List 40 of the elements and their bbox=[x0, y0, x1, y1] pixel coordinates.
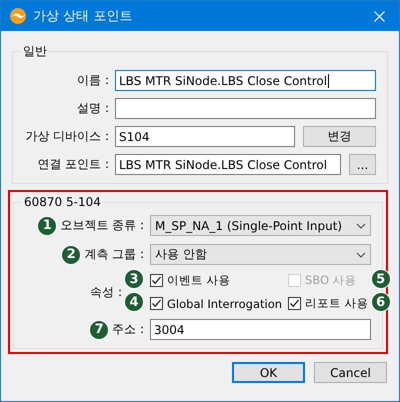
field-label: 연결 포인트 : bbox=[36, 156, 109, 173]
dropdown[interactable]: 사용 안함 bbox=[150, 244, 371, 265]
checkbox-label: SBO 사용 bbox=[305, 273, 357, 288]
checkbox[interactable] bbox=[288, 297, 302, 310]
input-field[interactable] bbox=[115, 98, 376, 119]
checkbox-label: 이벤트 사용 bbox=[167, 273, 231, 288]
number-badge: 6 bbox=[370, 292, 391, 312]
field-label: 가상 디바이스 : bbox=[24, 128, 109, 145]
change-button[interactable]: 변경 bbox=[303, 126, 376, 147]
chevron-down-icon bbox=[356, 222, 366, 228]
checkbox[interactable] bbox=[150, 274, 163, 287]
app-logo-icon bbox=[9, 7, 27, 25]
number-badge: 1 bbox=[37, 216, 58, 236]
input-field[interactable]: LBS MTR SiNode.LBS Close Control bbox=[115, 70, 376, 91]
number-badge: 2 bbox=[61, 244, 82, 264]
dialog-button[interactable]: Cancel bbox=[314, 362, 387, 383]
checkbox-label: Global Interrogation bbox=[167, 296, 282, 310]
chevron-down-icon bbox=[356, 252, 366, 258]
close-icon bbox=[374, 10, 384, 22]
field-label: 계측 그룹 : bbox=[84, 246, 144, 263]
dropdown[interactable]: M_SP_NA_1 (Single-Point Input) bbox=[150, 215, 371, 236]
number-badge: 7 bbox=[89, 320, 110, 340]
window-title: 가상 상태 포인트 bbox=[33, 8, 134, 25]
checkbox-label: 리포트 사용 bbox=[305, 296, 369, 311]
field-label: 주소 : bbox=[112, 321, 144, 338]
browse-button[interactable]: ... bbox=[349, 154, 376, 175]
checkbox[interactable] bbox=[150, 297, 163, 310]
input-field[interactable]: 3004 bbox=[150, 319, 371, 340]
number-badge: 4 bbox=[124, 292, 144, 312]
dialog-button[interactable]: OK bbox=[232, 362, 305, 383]
field-label: 설명 : bbox=[76, 100, 109, 117]
field-label: 속성 : bbox=[89, 284, 123, 300]
number-badge: 3 bbox=[124, 269, 144, 289]
input-field[interactable]: LBS MTR SiNode.LBS Close Control bbox=[115, 154, 341, 175]
field-label: 오브젝트 종류 : bbox=[60, 217, 144, 234]
field-label: 이름 : bbox=[76, 72, 109, 89]
input-field[interactable]: S104 bbox=[115, 126, 295, 147]
number-badge: 5 bbox=[370, 269, 391, 289]
group-title: 일반 bbox=[22, 43, 48, 60]
group-title: 60870 5-104 bbox=[23, 195, 102, 209]
